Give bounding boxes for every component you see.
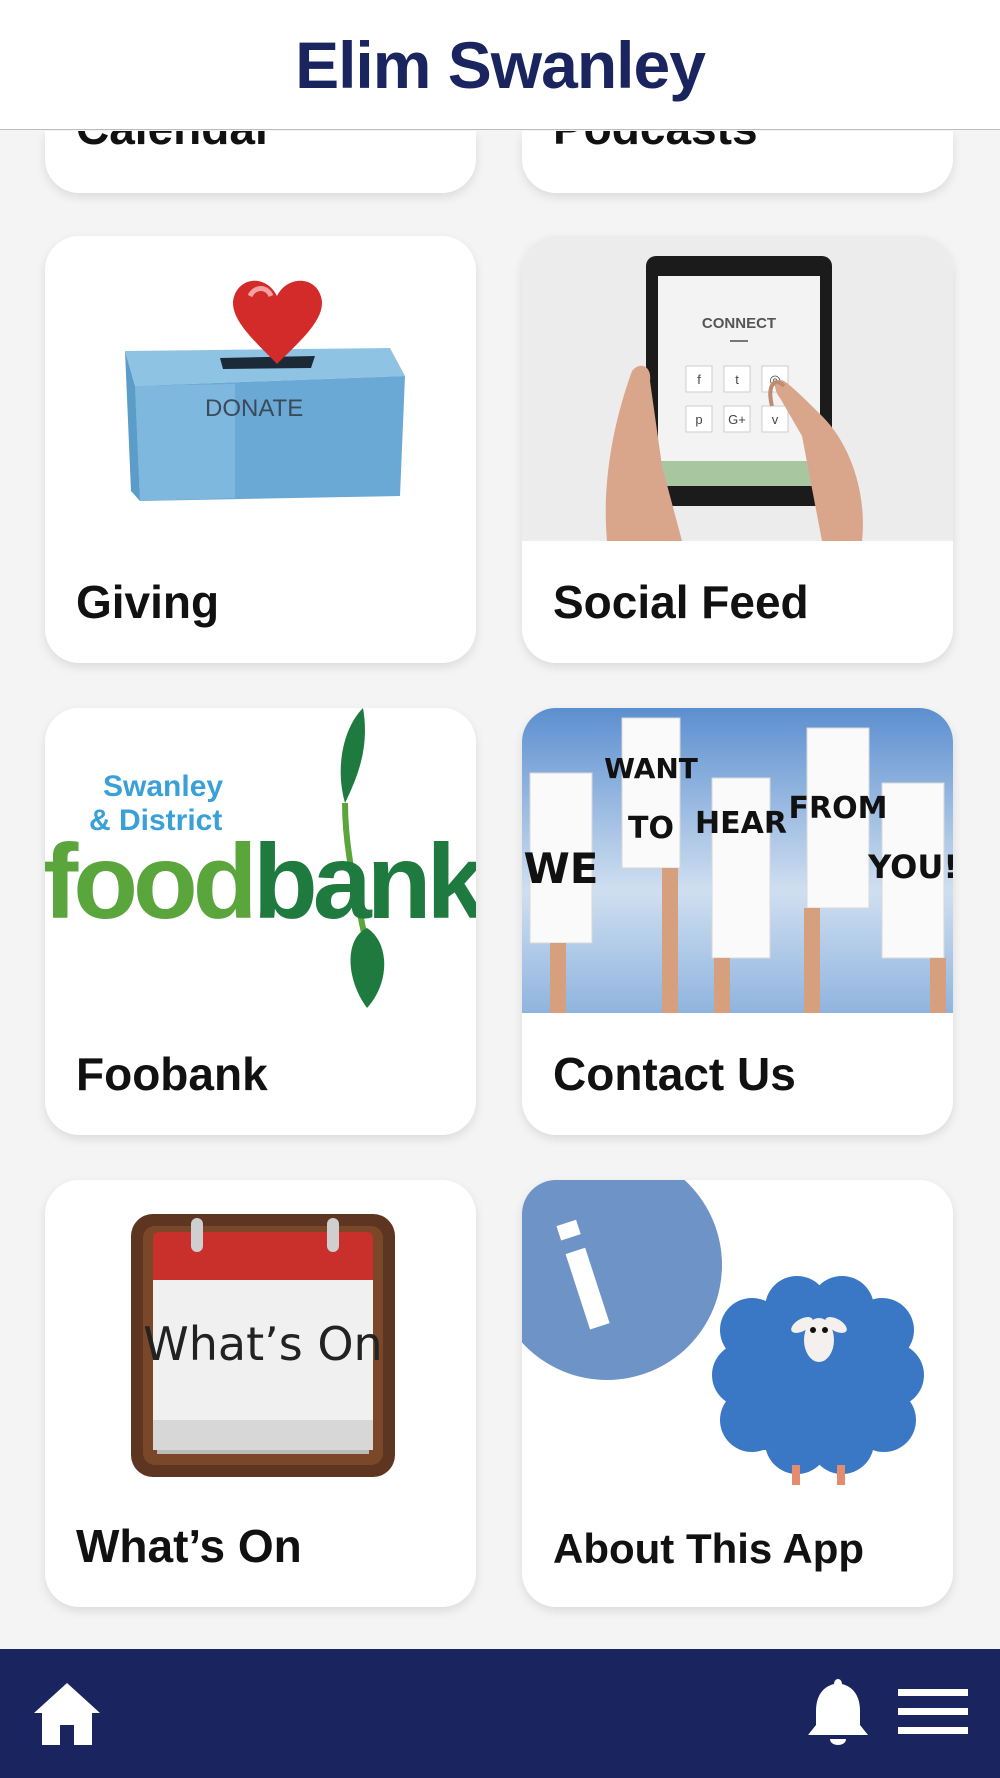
sign-text-to: TO xyxy=(628,811,674,846)
google-plus-icon: G+ xyxy=(728,412,746,427)
sign-text-we: WE xyxy=(523,844,598,893)
tile-podcasts-label: Podcasts xyxy=(553,131,758,155)
tile-podcasts[interactable]: Podcasts xyxy=(522,131,953,193)
app-title: Elim Swanley xyxy=(295,27,706,102)
donate-box-text: DONATE xyxy=(205,395,303,422)
tile-contact-us[interactable]: WE WANT TO HEAR FROM YOU! Contact Us xyxy=(522,708,953,1135)
foodbank-logo-bank: bank xyxy=(253,823,476,941)
home-icon[interactable] xyxy=(32,1679,102,1754)
vimeo-icon: v xyxy=(772,412,779,427)
protest-signs-image: WE WANT TO HEAR FROM YOU! xyxy=(522,708,953,1013)
sign-text-want: WANT xyxy=(604,752,698,785)
tile-whats-on-label: What’s On xyxy=(76,1520,302,1572)
whats-on-image-text: What’s On xyxy=(143,1317,382,1371)
facebook-icon: f xyxy=(697,372,701,387)
tile-foodbank[interactable]: Swanley & District food bank Foobank xyxy=(45,708,476,1135)
tile-grid[interactable]: Calendar Podcasts DONATE Giving xyxy=(0,131,1000,1649)
tile-about-this-app[interactable]: i About This App xyxy=(522,1180,953,1607)
tile-giving[interactable]: DONATE Giving xyxy=(45,236,476,663)
tile-calendar-label: Calendar xyxy=(76,131,273,155)
bottom-nav-bar xyxy=(0,1649,1000,1778)
connect-text: CONNECT xyxy=(702,315,776,332)
tile-foodbank-label: Foobank xyxy=(76,1048,268,1100)
tile-contact-us-label: Contact Us xyxy=(553,1048,796,1100)
tile-about-this-app-label: About This App xyxy=(553,1525,865,1572)
pinterest-icon: p xyxy=(695,412,702,427)
tile-social-feed[interactable]: CONNECT f t ◎ p G+ v Social Feed xyxy=(522,236,953,663)
donate-box-image: DONATE xyxy=(45,236,476,541)
sign-text-from: FROM xyxy=(789,791,888,826)
bell-icon[interactable] xyxy=(806,1675,870,1754)
tile-whats-on[interactable]: What’s On What’s On xyxy=(45,1180,476,1607)
tile-calendar[interactable]: Calendar xyxy=(45,131,476,193)
tablet-connect-image: CONNECT f t ◎ p G+ v xyxy=(522,236,953,541)
sign-text-hear: HEAR xyxy=(695,806,787,841)
about-info-image: i xyxy=(522,1180,953,1485)
whats-on-calendar-image: What’s On xyxy=(45,1180,476,1485)
foodbank-logo-image: Swanley & District food bank xyxy=(45,708,476,1013)
app-header: Elim Swanley xyxy=(0,0,1000,130)
tile-giving-label: Giving xyxy=(76,576,220,628)
hamburger-menu-icon[interactable] xyxy=(898,1689,968,1740)
foodbank-logo-line1: Swanley xyxy=(103,770,223,803)
twitter-icon: t xyxy=(735,372,739,387)
foodbank-logo-food: food xyxy=(45,823,253,941)
tile-social-feed-label: Social Feed xyxy=(553,576,809,628)
sign-text-you: YOU! xyxy=(867,848,953,886)
